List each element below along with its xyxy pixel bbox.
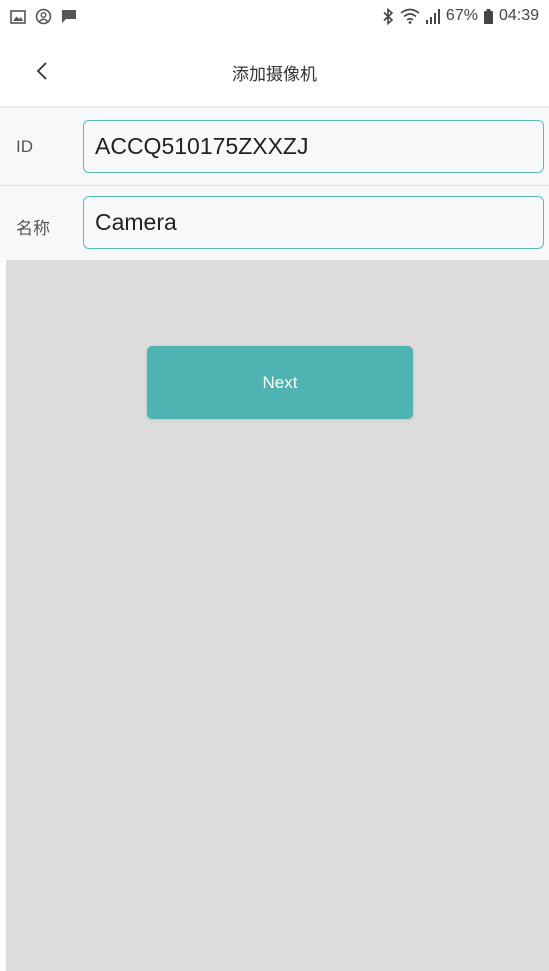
message-icon: [61, 9, 77, 24]
id-label: ID: [16, 137, 33, 156]
vpn-icon: [35, 8, 52, 25]
wifi-icon: [400, 8, 420, 24]
clock: 04:39: [498, 7, 539, 24]
content-area: Next: [6, 260, 549, 971]
next-button[interactable]: Next: [147, 346, 413, 419]
id-input[interactable]: [83, 120, 544, 173]
status-right-icons: 67% 04:39: [382, 7, 539, 25]
battery-icon: [483, 8, 493, 24]
bluetooth-icon: [382, 7, 394, 25]
camera-form: ID 名称: [0, 106, 549, 262]
signal-icon: [425, 8, 440, 24]
gallery-icon: [10, 9, 26, 24]
status-left-icons: [10, 8, 77, 25]
name-row: 名称: [0, 185, 549, 262]
page-title: 添加摄像机: [232, 65, 317, 84]
status-bar: 67% 04:39: [0, 0, 549, 36]
app-header: 添加摄像机: [0, 36, 549, 106]
name-input[interactable]: [83, 196, 544, 249]
name-label: 名称: [16, 219, 50, 238]
id-row: ID: [0, 108, 549, 186]
battery-percent: 67%: [445, 7, 478, 24]
